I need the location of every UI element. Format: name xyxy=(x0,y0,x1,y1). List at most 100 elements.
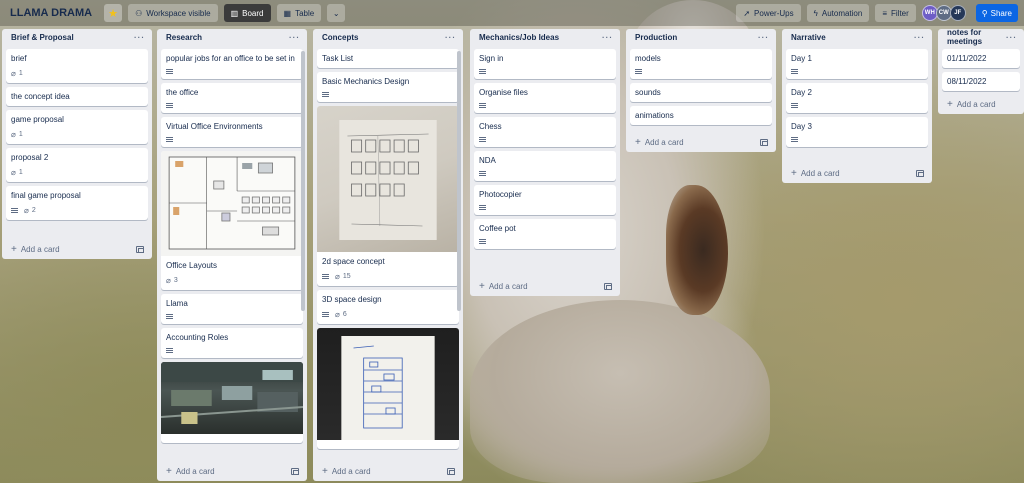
list-title[interactable]: Concepts xyxy=(322,33,358,42)
list-menu-icon[interactable]: ··· xyxy=(758,33,769,42)
list-header[interactable]: Brief & Proposal ··· xyxy=(2,29,152,45)
add-card-button[interactable]: + Add a card xyxy=(166,466,215,477)
filter-button[interactable]: ≡ Filter xyxy=(875,4,916,22)
add-card-row: + Add a card xyxy=(313,461,463,481)
card-list: brief ⌀ 1 the concept idea game proposal ⌀ 1 pr… xyxy=(2,45,152,237)
list-mechanics-job-ideas: Mechanics/Job Ideas ··· Sign in Organise fi… xyxy=(470,29,620,296)
list-title[interactable]: Mechanics/Job Ideas xyxy=(479,33,559,42)
add-card-label: Add a card xyxy=(20,244,60,254)
card-template-icon[interactable] xyxy=(760,138,768,146)
list-title[interactable]: Research xyxy=(166,33,202,42)
background-llama-eye xyxy=(666,185,728,315)
card[interactable]: popular jobs for an office to be set in xyxy=(161,49,303,79)
list-header[interactable]: Mechanics/Job Ideas ··· xyxy=(470,29,620,45)
share-button[interactable]: ⚲ Share xyxy=(975,4,1018,22)
card[interactable]: Llama xyxy=(161,294,303,324)
add-card-button[interactable]: + Add a card xyxy=(791,168,840,179)
list-title[interactable]: Brief & Proposal xyxy=(11,33,74,42)
card[interactable]: final game proposal ⌀ 2 xyxy=(6,186,148,220)
list-title[interactable]: Narrative xyxy=(791,33,826,42)
more-views-button[interactable]: ⌄ xyxy=(327,4,346,22)
add-card-button[interactable]: + Add a card xyxy=(322,466,371,477)
card[interactable]: Photocopier xyxy=(474,185,616,215)
automation-button[interactable]: ϟ Automation xyxy=(806,4,870,22)
card[interactable]: 3D space design ⌀ 6 xyxy=(317,290,459,324)
board-title[interactable]: LLAMA DRAMA xyxy=(6,7,96,19)
add-card-button[interactable]: + Add a card xyxy=(479,281,528,292)
description-badge xyxy=(479,103,486,109)
card[interactable]: Sign in xyxy=(474,49,616,79)
card[interactable]: 2d space concept ⌀ 15 xyxy=(317,106,459,286)
list-menu-icon[interactable]: ··· xyxy=(134,33,145,42)
visibility-button[interactable]: ⚇ Workspace visible xyxy=(128,4,218,22)
powerups-button[interactable]: ➚ Power-Ups xyxy=(736,4,801,22)
list-menu-icon[interactable]: ··· xyxy=(914,33,925,42)
card[interactable]: brief ⌀ 1 xyxy=(6,49,148,83)
card[interactable]: models xyxy=(630,49,772,79)
plus-icon: + xyxy=(322,465,328,477)
list-scrollbar[interactable] xyxy=(457,51,461,311)
list-header[interactable]: Production ··· xyxy=(626,29,776,45)
list-header[interactable]: notes for meetings ··· xyxy=(938,28,1024,46)
card[interactable]: Accounting Roles xyxy=(161,328,303,358)
avatar[interactable]: JF xyxy=(949,5,966,21)
list-menu-icon[interactable]: ··· xyxy=(1006,33,1017,42)
card[interactable]: NDA xyxy=(474,151,616,181)
attachment-count: 2 xyxy=(31,207,36,214)
view-table-button[interactable]: ▦ Table xyxy=(276,4,322,22)
card[interactable]: Chess xyxy=(474,117,616,147)
card[interactable]: Virtual Office Environments xyxy=(161,117,303,147)
card-template-icon[interactable] xyxy=(916,169,924,177)
card-badges: ⌀ 2 xyxy=(11,206,143,216)
card[interactable] xyxy=(317,328,459,449)
card[interactable]: Day 3 xyxy=(786,117,928,147)
attachment-count: 1 xyxy=(18,131,23,138)
card[interactable]: Office Layouts ⌀ 3 xyxy=(161,151,303,290)
list-menu-icon[interactable]: ··· xyxy=(602,33,613,42)
list-menu-icon[interactable]: ··· xyxy=(445,33,456,42)
list-header[interactable]: Research ··· xyxy=(157,29,307,45)
background-llama-snout xyxy=(470,300,770,483)
list-concepts: Concepts ··· Task List Basic Mechanics Desi… xyxy=(313,29,463,481)
card-title: 2d space concept xyxy=(322,257,385,266)
list-header[interactable]: Narrative ··· xyxy=(782,29,932,45)
card-template-icon[interactable] xyxy=(447,467,455,475)
card[interactable]: the office xyxy=(161,83,303,113)
description-icon xyxy=(322,92,329,98)
people-icon: ⚇ xyxy=(135,8,143,18)
card-template-icon[interactable] xyxy=(291,467,299,475)
card-template-icon[interactable] xyxy=(136,245,144,253)
list-scrollbar[interactable] xyxy=(301,51,305,311)
card[interactable]: 01/11/2022 xyxy=(942,49,1020,68)
card[interactable]: proposal 2 ⌀ 1 xyxy=(6,148,148,182)
card[interactable]: the concept idea xyxy=(6,87,148,106)
card[interactable] xyxy=(161,362,303,443)
attachment-badge: ⌀ 15 xyxy=(335,272,351,282)
description-icon xyxy=(166,103,173,109)
card-title: 08/11/2022 xyxy=(947,77,987,86)
card[interactable]: 08/11/2022 xyxy=(942,72,1020,91)
card[interactable]: Day 2 xyxy=(786,83,928,113)
card[interactable]: Coffee pot xyxy=(474,219,616,249)
card[interactable]: Basic Mechanics Design xyxy=(317,72,459,102)
card-template-icon[interactable] xyxy=(604,282,612,290)
list-menu-icon[interactable]: ··· xyxy=(289,33,300,42)
card[interactable]: animations xyxy=(630,106,772,125)
card[interactable]: Task List xyxy=(317,49,459,68)
star-button[interactable]: ★ xyxy=(104,4,123,22)
attachment-count: 1 xyxy=(18,70,23,77)
view-board-button[interactable]: ▥ Board xyxy=(223,4,271,22)
add-card-button[interactable]: + Add a card xyxy=(947,99,996,110)
card-list: models sounds animations xyxy=(626,45,776,130)
attachment-count: 6 xyxy=(342,311,347,318)
card[interactable]: Day 1 xyxy=(786,49,928,79)
add-card-button[interactable]: + Add a card xyxy=(635,137,684,148)
add-card-button[interactable]: + Add a card xyxy=(11,244,60,255)
list-header[interactable]: Concepts ··· xyxy=(313,29,463,45)
card[interactable]: sounds xyxy=(630,83,772,102)
list-title[interactable]: Production xyxy=(635,33,677,42)
card-cover-image xyxy=(161,151,303,256)
card[interactable]: game proposal ⌀ 1 xyxy=(6,110,148,144)
card[interactable]: Organise files xyxy=(474,83,616,113)
list-title[interactable]: notes for meetings xyxy=(947,28,1006,46)
